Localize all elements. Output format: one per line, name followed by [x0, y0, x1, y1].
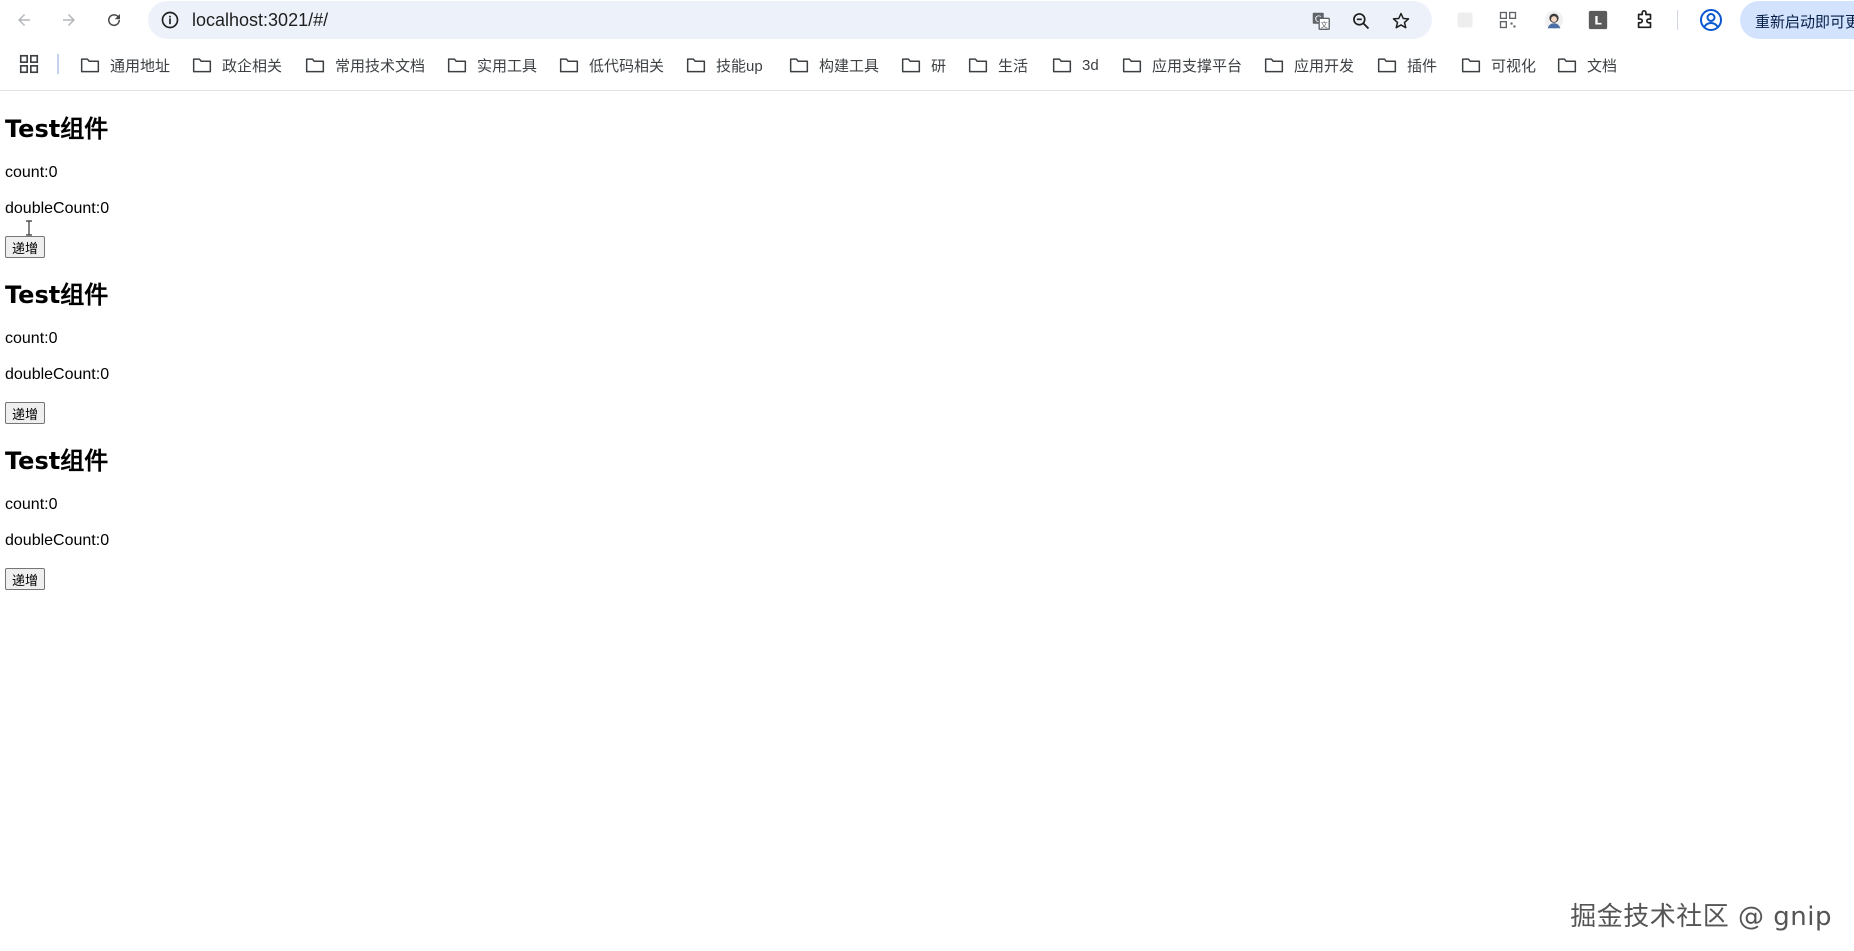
test-component: Test组件 count:0 doubleCount:0 递增	[5, 112, 1845, 258]
component-title: Test组件	[5, 281, 109, 309]
svg-text:L: L	[1594, 14, 1602, 28]
folder-icon	[80, 58, 100, 73]
folder-icon	[901, 58, 921, 73]
reload-button[interactable]	[100, 6, 128, 34]
address-bar[interactable]: localhost:3021/#/ G文	[148, 1, 1432, 39]
folder-icon	[305, 58, 325, 73]
bookmark-label: 3d	[1082, 56, 1099, 74]
folder-icon	[447, 58, 467, 73]
bookmark-label: 应用支撑平台	[1152, 57, 1243, 75]
watermark: 掘金技术社区 @ gnip	[1570, 902, 1832, 932]
star-icon[interactable]	[1390, 10, 1412, 32]
folder-icon	[1557, 58, 1577, 73]
bookmark-folder[interactable]: 应用开发	[1264, 53, 1354, 77]
bookmark-label: 低代码相关	[589, 57, 665, 75]
bookmark-folder[interactable]: 研	[901, 53, 946, 77]
test-component: Test组件 count:0 doubleCount:0 递增	[5, 444, 1845, 590]
folder-icon	[1052, 58, 1072, 73]
bookmarks-separator	[57, 54, 59, 74]
bookmark-label: 应用开发	[1294, 57, 1355, 75]
translate-icon[interactable]: G文	[1310, 10, 1332, 32]
forward-button[interactable]	[55, 6, 83, 34]
l-extension-icon[interactable]: L	[1585, 7, 1611, 33]
bookmark-label: 文档	[1587, 57, 1618, 75]
count-text: count:0	[5, 330, 58, 347]
bookmarks-bar: 通用地址 政企相关 常用技术文档 实用工具 低代码相关 技能up 构建工具 研 生活 3d 应用支撑…	[0, 47, 1854, 83]
apps-grid-icon[interactable]	[18, 53, 40, 75]
browser-toolbar: localhost:3021/#/ G文 L 重新启动即可更新	[0, 0, 1854, 40]
bookmark-label: 插件	[1407, 57, 1438, 75]
bookmarks-bottom-border	[0, 90, 1854, 91]
back-button[interactable]	[10, 6, 38, 34]
bookmark-folder[interactable]: 文档	[1557, 53, 1617, 77]
page-content: Test组件 count:0 doubleCount:0 递增 Test组件 c…	[5, 92, 1845, 590]
bookmark-folder[interactable]: 生活	[968, 53, 1028, 77]
bookmark-label: 通用地址	[110, 57, 171, 75]
folder-icon	[789, 58, 809, 73]
increment-button[interactable]: 递增	[5, 568, 46, 590]
bookmark-folder[interactable]: 插件	[1377, 53, 1437, 77]
bookmark-label: 实用工具	[477, 57, 538, 75]
folder-icon	[686, 58, 706, 73]
arrow-left-icon	[18, 14, 30, 26]
profile-icon[interactable]	[1698, 7, 1724, 33]
relaunch-update-button[interactable]: 重新启动即可更新	[1740, 1, 1854, 39]
svg-text:文: 文	[1321, 20, 1329, 29]
toolbar-separator	[1677, 10, 1678, 30]
count-text: count:0	[5, 164, 58, 181]
bookmark-label: 常用技术文档	[335, 57, 426, 75]
bookmark-folder[interactable]: 政企相关	[192, 53, 282, 77]
reload-icon	[108, 14, 121, 27]
bookmark-folder[interactable]: 低代码相关	[559, 53, 664, 77]
count-text: count:0	[5, 496, 58, 513]
bookmark-label: 生活	[998, 57, 1029, 75]
extension-blank-icon[interactable]	[1452, 7, 1478, 33]
text-cursor-icon	[26, 220, 32, 236]
component-title: Test组件	[5, 447, 109, 475]
folder-icon	[968, 58, 988, 73]
bookmark-folder[interactable]: 常用技术文档	[305, 53, 425, 77]
increment-button[interactable]: 递增	[5, 402, 46, 424]
bookmark-folder[interactable]: 应用支撑平台	[1122, 53, 1242, 77]
bookmark-folder[interactable]: 通用地址	[80, 53, 170, 77]
url-text[interactable]: localhost:3021/#/	[192, 10, 328, 31]
test-component: Test组件 count:0 doubleCount:0 递增	[5, 278, 1845, 424]
bookmark-label: 可视化	[1491, 57, 1537, 75]
folder-icon	[192, 58, 212, 73]
folder-icon	[1461, 58, 1481, 73]
bookmark-folder[interactable]: 可视化	[1461, 53, 1536, 77]
bookmark-label: 技能up	[716, 57, 763, 75]
zoom-out-icon[interactable]	[1350, 10, 1372, 32]
bookmark-folder[interactable]: 实用工具	[447, 53, 537, 77]
bookmark-label: 政企相关	[222, 57, 283, 75]
bookmark-folder[interactable]: 技能up	[686, 53, 763, 77]
bookmark-label: 构建工具	[819, 57, 880, 75]
arrow-right-icon	[63, 14, 75, 26]
folder-icon	[1264, 58, 1284, 73]
avatar-extension-icon[interactable]	[1541, 7, 1567, 33]
puzzle-icon[interactable]	[1632, 7, 1658, 33]
folder-icon	[1377, 58, 1397, 73]
double-count-text: doubleCount:0	[5, 366, 110, 383]
component-title: Test组件	[5, 115, 109, 143]
double-count-text: doubleCount:0	[5, 200, 110, 217]
double-count-text: doubleCount:0	[5, 532, 110, 549]
folder-icon	[1122, 58, 1142, 73]
bookmark-label: 研	[931, 57, 947, 75]
bookmark-folder[interactable]: 3d	[1052, 53, 1099, 77]
info-icon[interactable]	[160, 10, 180, 30]
increment-button[interactable]: 递增	[5, 236, 46, 258]
qr-code-icon[interactable]	[1495, 7, 1521, 33]
folder-icon	[559, 58, 579, 73]
bookmark-folder[interactable]: 构建工具	[789, 53, 879, 77]
